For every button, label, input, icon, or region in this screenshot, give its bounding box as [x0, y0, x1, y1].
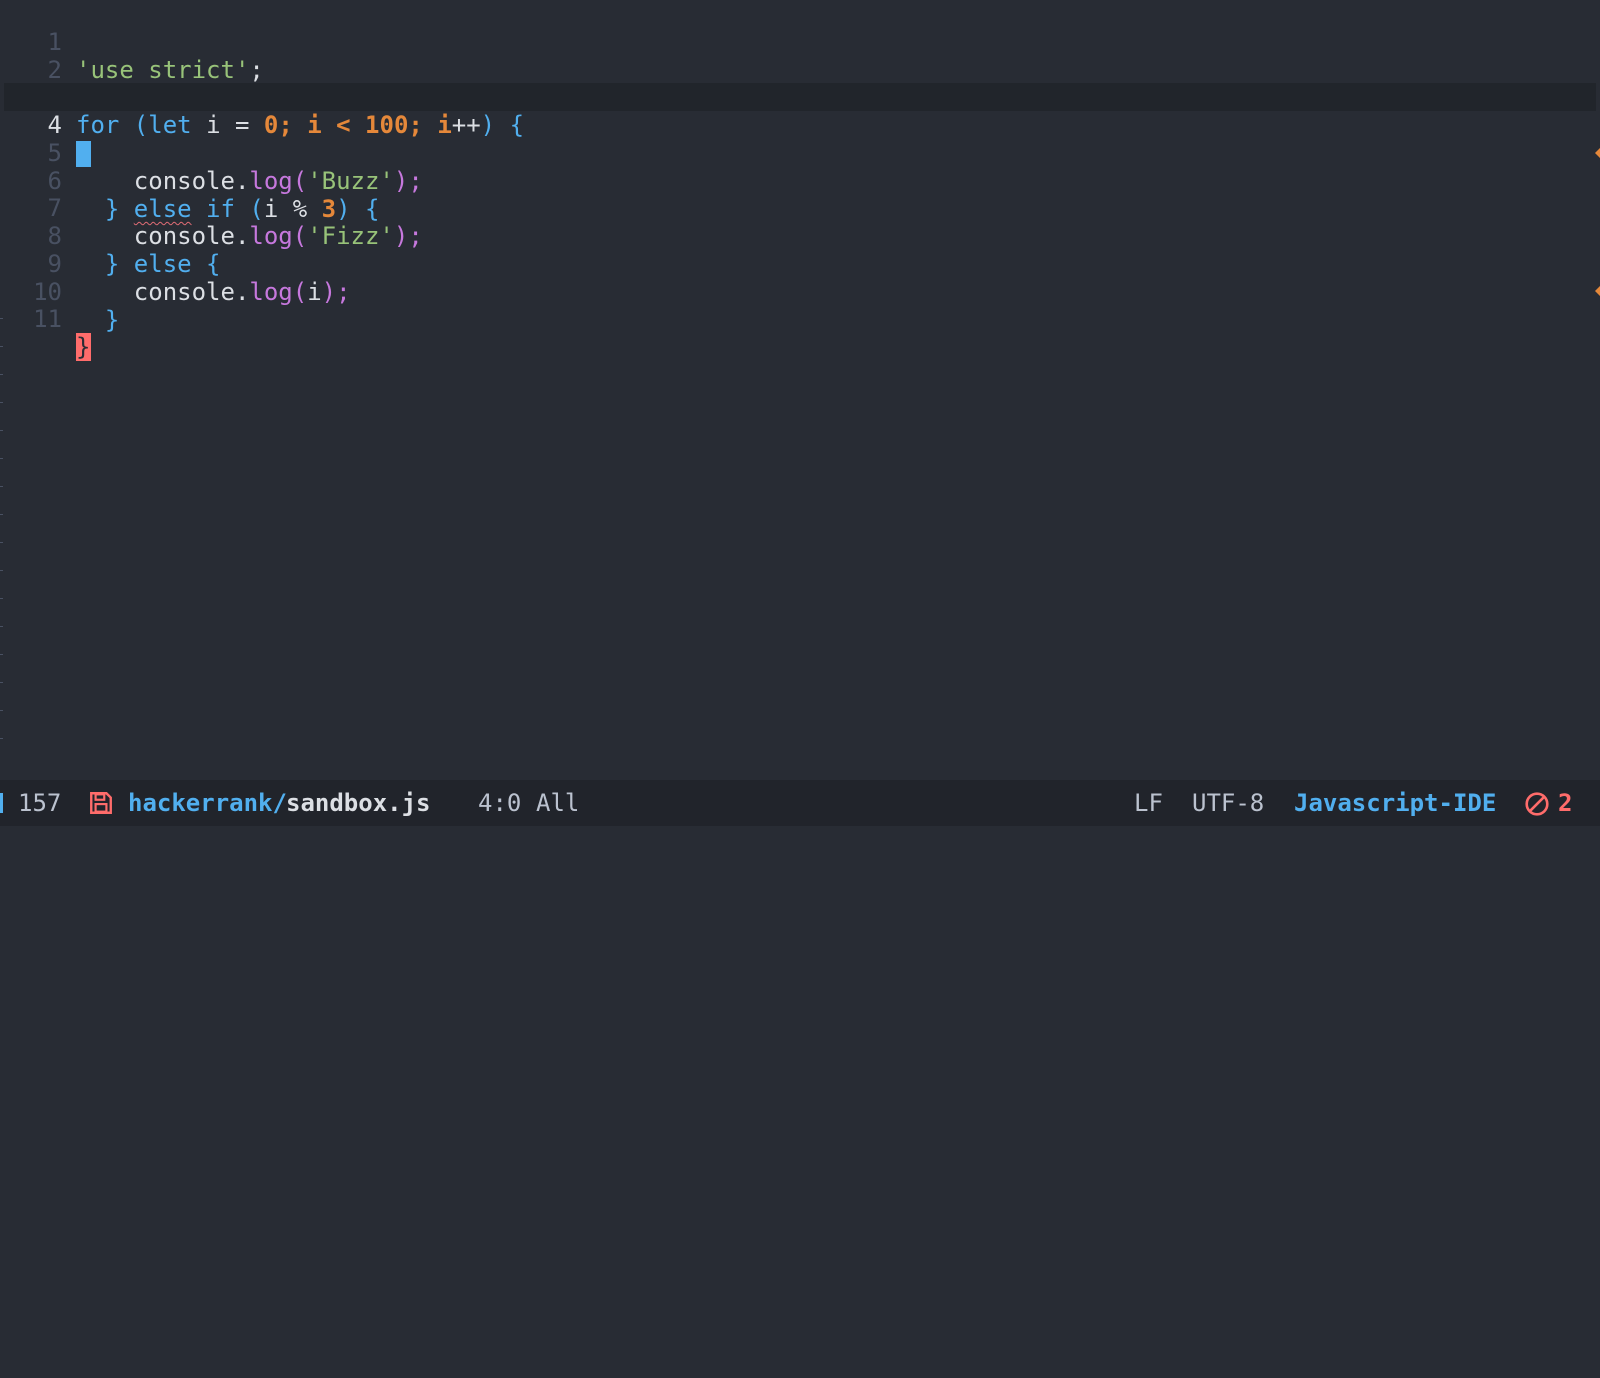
code-line[interactable]: 5 console.log('Buzz');	[0, 111, 1600, 195]
eol-type[interactable]: LF	[1134, 780, 1163, 826]
cursor-position: 4:0	[478, 789, 522, 817]
code-text: }	[76, 333, 91, 361]
code-line[interactable]: 3 for (let i = 0; i < 100; i++) {	[0, 55, 1600, 139]
active-window-indicator	[0, 793, 3, 813]
minibuffer[interactable]	[0, 826, 1600, 851]
punctuation: }	[76, 306, 120, 334]
code-line[interactable]: 1 'use strict';	[0, 0, 1600, 84]
code-line[interactable]: 6 } else if (i % 3) {	[0, 139, 1600, 223]
major-mode[interactable]: Javascript-IDE	[1294, 780, 1496, 826]
save-icon[interactable]	[88, 790, 114, 816]
code-line[interactable]: 9 console.log(i);	[0, 222, 1600, 306]
editor-buffer[interactable]: 1 'use strict'; 2 3 for (let i = 0; i < …	[0, 0, 1600, 780]
code-line[interactable]: 7 console.log('Fizz');	[0, 166, 1600, 250]
line-number: 11	[33, 305, 62, 333]
current-line[interactable]: 4	[4, 83, 1596, 167]
fringe-warning-icon	[1595, 148, 1600, 158]
no-entry-icon[interactable]	[1524, 791, 1550, 817]
mode-line: 157 hackerrank/ sandbox.js 4:0 All LF UT…	[0, 780, 1600, 826]
unmatched-brace: }	[76, 333, 91, 361]
file-name[interactable]: sandbox.js	[286, 780, 431, 826]
file-directory[interactable]: hackerrank/	[128, 780, 287, 826]
file-encoding[interactable]: UTF-8	[1192, 780, 1264, 826]
code-text: }	[76, 306, 119, 334]
fringe-warning-icon	[1595, 286, 1600, 296]
code-line[interactable]: 10 }	[0, 250, 1600, 334]
code-line[interactable]: 2	[0, 28, 1600, 84]
code-line[interactable]: 8 } else {	[0, 194, 1600, 278]
code-line[interactable]: 11 }	[0, 277, 1600, 361]
error-count[interactable]: 2	[1558, 780, 1572, 826]
scroll-position: All	[536, 789, 580, 817]
buffer-size: 157	[18, 789, 62, 817]
